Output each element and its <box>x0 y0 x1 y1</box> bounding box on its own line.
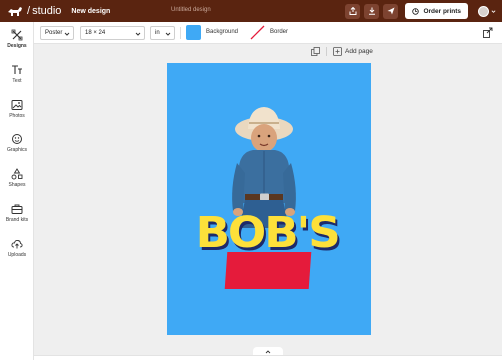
designs-icon <box>11 29 23 41</box>
sidebar-item-label: Photos <box>9 113 25 119</box>
download-icon <box>368 7 375 15</box>
sidebar-item-label: Graphics <box>6 147 27 153</box>
poster-title-text[interactable]: BOB'S <box>196 208 341 258</box>
document-title[interactable]: Untitled design <box>171 7 211 13</box>
order-prints-button[interactable]: Order prints <box>405 3 468 19</box>
pages-panel <box>34 355 502 360</box>
sidebar-item-label: Text <box>12 78 22 84</box>
sidebar-item-label: Designs <box>7 43 27 49</box>
format-select[interactable]: Poster <box>40 26 74 40</box>
export-icon[interactable] <box>482 27 493 38</box>
divider <box>180 27 181 39</box>
sidebar-item-label: Shapes <box>8 182 26 188</box>
child-cowboy-photo[interactable] <box>167 63 371 335</box>
briefcase-icon <box>11 204 23 214</box>
download-button[interactable] <box>364 3 380 19</box>
border-none-icon[interactable] <box>250 25 265 40</box>
divider <box>326 47 327 56</box>
chevron-down-icon <box>491 9 496 13</box>
chevron-up-icon <box>265 349 271 353</box>
account-menu[interactable] <box>478 5 496 17</box>
unit-value: in <box>155 30 160 36</box>
sidebar-item-text[interactable]: Text <box>0 64 34 84</box>
upload-icon <box>11 239 23 249</box>
add-page-button[interactable]: Add page <box>333 47 373 56</box>
add-page-label: Add page <box>345 48 373 55</box>
avatar <box>478 5 489 17</box>
brand-logo[interactable]: / studio <box>7 5 61 17</box>
options-bar: Poster 18 × 24 in <box>34 22 502 44</box>
background-label[interactable]: Background <box>206 29 238 35</box>
sidebar-item-label: Brand kits <box>5 217 29 223</box>
sidebar-item-photos[interactable]: Photos <box>0 99 34 119</box>
dog-logo-icon <box>8 7 22 16</box>
order-prints-label: Order prints <box>423 7 461 15</box>
photo-icon <box>11 100 23 110</box>
poster-canvas[interactable]: BOB'S BOB'S <box>167 63 371 335</box>
share-icon <box>349 7 357 15</box>
chevron-down-icon <box>64 32 70 36</box>
format-value: Poster <box>45 30 63 36</box>
size-select[interactable]: 18 × 24 <box>80 26 145 40</box>
send-icon <box>387 7 395 15</box>
share-button[interactable] <box>345 3 361 19</box>
add-page-icon <box>333 47 342 56</box>
shapes-icon <box>11 168 23 180</box>
sidebar-item-label: Uploads <box>7 252 27 258</box>
sidebar-item-graphics[interactable]: Graphics <box>0 133 34 153</box>
sidebar-item-designs[interactable]: Designs <box>0 29 34 49</box>
top-actions: Order prints <box>345 3 496 19</box>
chevron-down-icon <box>165 32 171 36</box>
send-button[interactable] <box>383 3 399 19</box>
sidebar-item-uploads[interactable]: Uploads <box>0 238 34 258</box>
chevron-down-icon <box>135 32 141 36</box>
text-icon <box>12 65 22 74</box>
left-sidebar: Designs Text Photos Graphics Shapes Bran… <box>0 22 34 360</box>
unit-select[interactable]: in <box>150 26 175 40</box>
background-color-swatch[interactable] <box>186 25 201 40</box>
border-label[interactable]: Border <box>270 29 288 35</box>
sidebar-item-shapes[interactable]: Shapes <box>0 168 34 188</box>
new-design-menu[interactable]: New design <box>71 8 110 15</box>
sidebar-item-brand-kits[interactable]: Brand kits <box>0 203 34 223</box>
order-icon <box>412 7 420 15</box>
duplicate-page-icon[interactable] <box>311 47 320 56</box>
graphics-icon <box>12 134 22 144</box>
size-value: 18 × 24 <box>85 30 106 36</box>
brand-name: studio <box>32 5 62 17</box>
brand-separator: / <box>27 5 31 17</box>
